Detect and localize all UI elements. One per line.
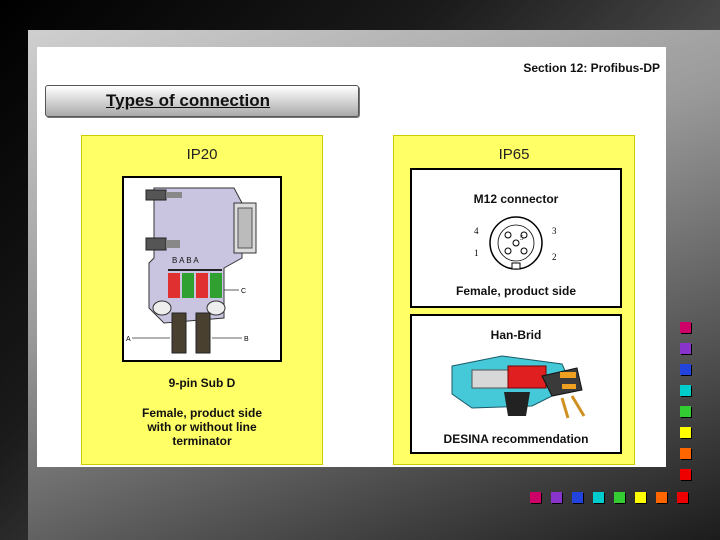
label-a: A — [126, 336, 131, 343]
color-square — [680, 322, 691, 333]
han-brid-illustration — [451, 355, 586, 419]
han-brid-box: Han-Brid DESINA recommendation — [410, 314, 622, 454]
m12-pinout-diagram: 4 3 5 1 2 — [474, 216, 557, 270]
color-square — [635, 492, 646, 503]
color-square — [572, 492, 583, 503]
color-square — [656, 492, 667, 503]
color-square — [680, 406, 691, 417]
sub-d-name: 9-pin Sub D — [168, 376, 236, 390]
m12-pin-4: 4 — [474, 226, 479, 236]
sub-d-desc-line-2: with or without line — [147, 420, 257, 434]
m12-pin-2: 2 — [552, 252, 557, 262]
color-square — [593, 492, 604, 503]
ip20-panel: IP20 B A B A C A B 9-pin Sub D Female, p… — [81, 135, 323, 465]
color-square — [677, 492, 688, 503]
label-c: C — [241, 288, 246, 295]
sub-d-desc-line-3: terminator — [172, 434, 232, 448]
m12-box: M12 connector 4 3 5 1 2 Female, product … — [410, 168, 622, 308]
sub-d-image-box: B A B A C A B — [122, 176, 282, 362]
ip65-heading: IP65 — [498, 146, 530, 163]
color-square — [551, 492, 562, 503]
color-square — [680, 364, 691, 375]
color-square — [680, 343, 691, 354]
color-square — [680, 385, 691, 396]
slide: Section 12: Profibus-DP Types of connect… — [37, 47, 666, 467]
m12-pin-5: 5 — [520, 234, 524, 242]
m12-caption: Female, product side — [455, 284, 577, 298]
m12-pin-1: 1 — [474, 248, 479, 258]
ip20-heading: IP20 — [186, 146, 218, 163]
han-brid-caption: DESINA recommendation — [443, 432, 589, 446]
label-b: B — [244, 336, 249, 343]
pin-labels: B A B A — [172, 256, 199, 265]
title-bar: Types of connection — [45, 85, 359, 117]
han-brid-title: Han-Brid — [490, 328, 542, 342]
color-square — [530, 492, 541, 503]
color-square — [680, 469, 691, 480]
ip65-panel: IP65 M12 connector 4 3 5 1 2 Female, pro… — [393, 135, 635, 465]
color-square — [614, 492, 625, 503]
color-square — [680, 427, 691, 438]
section-title: Section 12: Profibus-DP — [523, 61, 660, 75]
m12-pin-3: 3 — [552, 226, 557, 236]
m12-title: M12 connector — [473, 192, 559, 206]
sub-d-desc-line-1: Female, product side — [141, 406, 263, 420]
color-square — [680, 448, 691, 459]
slide-title: Types of connection — [106, 91, 271, 110]
sub-d-connector-illustration: B A B A C A B — [126, 187, 257, 354]
